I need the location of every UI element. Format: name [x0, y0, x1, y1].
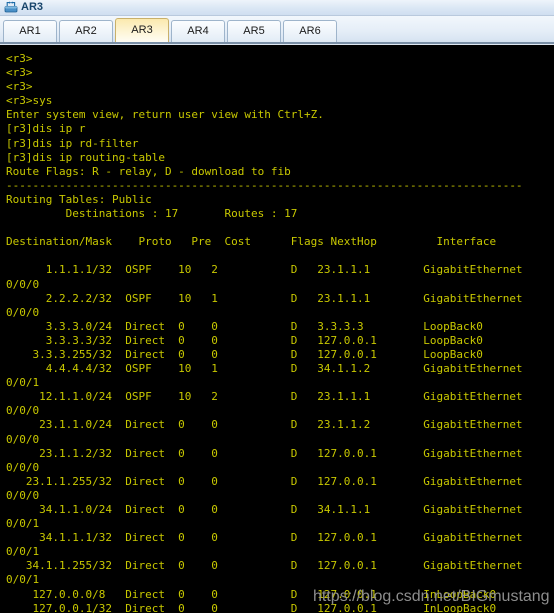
- terminal-line: 3.3.3.0/24 Direct 0 0 D 3.3.3.3 LoopBack…: [6, 319, 483, 333]
- terminal-line: 1.1.1.1/32 OSPF 10 2 D 23.1.1.1 GigabitE…: [6, 263, 523, 277]
- terminal-line: 3.3.3.255/32 Direct 0 0 D 127.0.0.1 Loop…: [6, 347, 483, 361]
- terminal-line: 23.1.1.0/24 Direct 0 0 D 23.1.1.2 Gigabi…: [6, 418, 523, 432]
- terminal-line: 0/0/1: [6, 376, 40, 390]
- tab-label: AR3: [131, 24, 153, 36]
- terminal-line: 34.1.1.1/32 Direct 0 0 D 127.0.0.1 Gigab…: [6, 531, 523, 545]
- terminal-line: [r3]dis ip r: [6, 122, 86, 136]
- terminal-line: <r3>sys: [6, 94, 53, 108]
- tab-label: AR4: [187, 25, 209, 37]
- terminal-line: 0/0/1: [6, 545, 40, 559]
- tab-ar3[interactable]: AR3: [115, 18, 169, 42]
- terminal-line: 4.4.4.4/32 OSPF 10 1 D 34.1.1.2 GigabitE…: [6, 362, 523, 376]
- terminal-output: <r3> <r3> <r3> <r3>sys Enter system view, re…: [6, 52, 554, 613]
- tab-ar5[interactable]: AR5: [227, 20, 281, 42]
- terminal-line: <r3>: [6, 80, 33, 94]
- device-console-window: AR3 AR1 AR2 AR3 AR4 AR5 AR6 <r3> <r3> <r3>…: [0, 0, 554, 613]
- terminal-line: <r3>: [6, 52, 33, 65]
- terminal-line: [r3]dis ip routing-table: [6, 150, 165, 164]
- terminal-line: 0/0/1: [6, 573, 40, 587]
- router-icon: [4, 1, 18, 14]
- tab-label: AR2: [75, 25, 97, 37]
- terminal-line: Destinations : 17 Routes : 17: [6, 207, 298, 221]
- terminal-line: ----------------------------------------…: [6, 178, 523, 192]
- tab-ar6[interactable]: AR6: [283, 20, 337, 42]
- terminal-line: 0/0/0: [6, 305, 40, 319]
- tab-label: AR1: [19, 25, 41, 37]
- terminal-console[interactable]: <r3> <r3> <r3> <r3>sys Enter system view, re…: [0, 45, 554, 613]
- terminal-line: Enter system view, return user view with…: [6, 108, 324, 122]
- terminal-line: 3.3.3.3/32 Direct 0 0 D 127.0.0.1 LoopBa…: [6, 333, 483, 347]
- terminal-line: <r3>: [6, 66, 33, 80]
- terminal-line: Destination/Mask Proto Pre Cost Flags Ne…: [6, 235, 497, 249]
- terminal-line: 0/0/0: [6, 488, 40, 502]
- tab-ar1[interactable]: AR1: [3, 20, 57, 42]
- terminal-line: 0/0/1: [6, 517, 40, 531]
- window-title-bar: AR3: [0, 0, 554, 16]
- tab-label: AR5: [243, 25, 265, 37]
- tab-label: AR6: [299, 25, 321, 37]
- terminal-line: 0/0/0: [6, 404, 40, 418]
- terminal-line: 34.1.1.0/24 Direct 0 0 D 34.1.1.1 Gigabi…: [6, 503, 523, 516]
- terminal-line: 34.1.1.255/32 Direct 0 0 D 127.0.0.1 Gig…: [6, 559, 523, 573]
- terminal-line: 0/0/0: [6, 460, 40, 474]
- window-title: AR3: [21, 1, 44, 13]
- tab-ar4[interactable]: AR4: [171, 20, 225, 42]
- device-tab-bar[interactable]: AR1 AR2 AR3 AR4 AR5 AR6: [0, 16, 554, 44]
- terminal-line: 12.1.1.0/24 OSPF 10 2 D 23.1.1.1 Gigabit…: [6, 390, 523, 404]
- tab-ar2[interactable]: AR2: [59, 20, 113, 42]
- terminal-line: 0/0/0: [6, 432, 40, 446]
- terminal-line: Routing Tables: Public: [6, 192, 152, 206]
- terminal-line: 23.1.1.255/32 Direct 0 0 D 127.0.0.1 Gig…: [6, 474, 523, 488]
- terminal-line: 23.1.1.2/32 Direct 0 0 D 127.0.0.1 Gigab…: [6, 446, 523, 460]
- watermark-text: https://blog.csdn.net/BIGmustang: [313, 588, 550, 605]
- terminal-line: [r3]dis ip rd-filter: [6, 136, 139, 150]
- terminal-line: 0/0/0: [6, 277, 40, 291]
- terminal-line: Route Flags: R - relay, D - download to …: [6, 164, 291, 178]
- terminal-line: 2.2.2.2/32 OSPF 10 1 D 23.1.1.1 GigabitE…: [6, 291, 523, 305]
